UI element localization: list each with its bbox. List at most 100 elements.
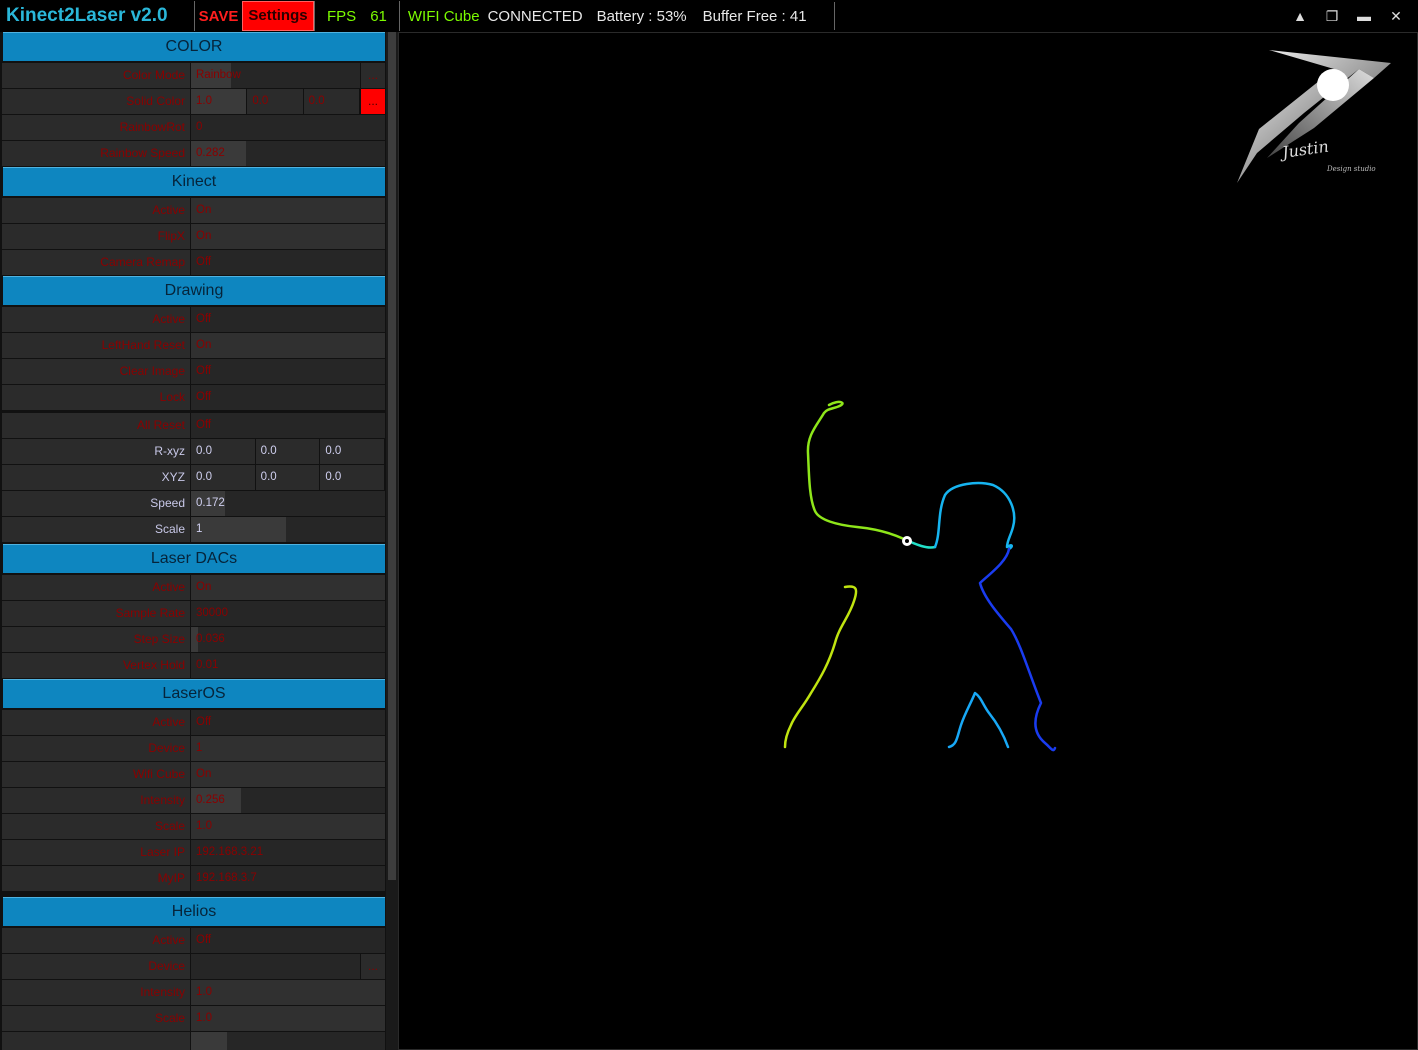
logo-circle bbox=[1317, 69, 1349, 101]
row-label: FlipX bbox=[157, 229, 185, 243]
sample-rate-field[interactable]: 30000 bbox=[190, 601, 385, 626]
drawing-active-toggle[interactable]: Off bbox=[190, 307, 385, 332]
row-label: R-xyz bbox=[154, 444, 185, 458]
solid-color-r[interactable]: 1.0 bbox=[191, 89, 248, 114]
lefthand-reset-toggle[interactable]: On bbox=[190, 333, 385, 358]
clear-image-toggle[interactable]: Off bbox=[190, 359, 385, 384]
row-label: Speed bbox=[150, 496, 185, 510]
helios-device-button[interactable]: ... bbox=[360, 954, 385, 979]
row-label: Scale bbox=[154, 819, 185, 833]
row-laseros-active: Active Off bbox=[2, 710, 385, 735]
laseros-active-toggle[interactable]: Off bbox=[190, 710, 385, 735]
my-ip-field[interactable]: 192.168.3.7 bbox=[190, 866, 385, 891]
row-label: Lock bbox=[159, 390, 185, 404]
section-header-color[interactable]: COLOR bbox=[3, 32, 385, 61]
solid-color-g[interactable]: 0.0 bbox=[247, 89, 304, 114]
xyz-z[interactable]: 0.0 bbox=[320, 465, 386, 490]
kinect-flipx-toggle[interactable]: On bbox=[190, 224, 385, 249]
section-header-laser-dacs[interactable]: Laser DACs bbox=[3, 544, 385, 573]
step-size-slider[interactable]: 0.036 bbox=[190, 627, 385, 652]
row-lock: Lock Off bbox=[2, 385, 385, 410]
color-mode-select[interactable]: Rainbow bbox=[190, 63, 360, 88]
laseros-intensity-slider[interactable]: 0.256 bbox=[190, 788, 385, 813]
solid-color-swatch-button[interactable]: ... bbox=[360, 89, 385, 114]
panel-scrollbar-thumb[interactable] bbox=[388, 32, 396, 880]
maximize-icon[interactable]: ▬ bbox=[1348, 6, 1380, 26]
laser-preview-viewport[interactable]: Justin Design studio bbox=[398, 32, 1418, 1050]
helios-intensity-field[interactable]: 1.0 bbox=[190, 980, 385, 1005]
title-separator bbox=[834, 2, 835, 30]
row-label: Active bbox=[152, 203, 185, 217]
title-separator bbox=[398, 1, 400, 31]
kinect-active-toggle[interactable]: On bbox=[190, 198, 385, 223]
rxyz-z[interactable]: 0.0 bbox=[320, 439, 386, 464]
row-kinect-flipx: FlipX On bbox=[2, 224, 385, 249]
xyz-y[interactable]: 0.0 bbox=[256, 465, 321, 490]
row-kinect-camera-remap: Camera Remap Off bbox=[2, 250, 385, 275]
section-header-laseros[interactable]: LaserOS bbox=[3, 679, 385, 708]
vertex-hold-field[interactable]: 0.01 bbox=[190, 653, 385, 678]
laser-stroke-leg-right bbox=[947, 691, 1010, 749]
row-label: Intensity bbox=[140, 793, 185, 807]
save-button[interactable]: SAVE bbox=[195, 8, 242, 25]
wifi-cube-toggle[interactable]: On bbox=[190, 762, 385, 787]
row-laseros-scale: Scale 1.0 bbox=[2, 814, 385, 839]
settings-button[interactable]: Settings bbox=[242, 1, 314, 31]
row-helios-active: Active Off bbox=[2, 928, 385, 953]
title-bar: Kinect2Laser v2.0 SAVE Settings FPS 61 W… bbox=[0, 0, 1418, 32]
row-label: Clear Image bbox=[119, 364, 185, 378]
drawing-speed-slider[interactable]: 0.172 bbox=[190, 491, 385, 516]
settings-panel: COLOR Color Mode Rainbow ... Solid Color… bbox=[0, 32, 386, 1050]
section-header-drawing[interactable]: Drawing bbox=[3, 276, 385, 305]
laseros-scale-field[interactable]: 1.0 bbox=[190, 814, 385, 839]
close-icon[interactable]: ✕ bbox=[1380, 6, 1412, 26]
row-label: Sample Rate bbox=[115, 606, 185, 620]
helios-partial-field[interactable] bbox=[190, 1032, 385, 1050]
row-label: Step Size bbox=[133, 632, 185, 646]
restore-icon[interactable]: ❐ bbox=[1316, 6, 1348, 26]
color-mode-button[interactable]: ... bbox=[360, 63, 385, 88]
laser-ip-field[interactable]: 192.168.3.21 bbox=[190, 840, 385, 865]
rainbow-rot-field[interactable]: 0 bbox=[190, 115, 385, 140]
row-laser-ip: Laser IP 192.168.3.21 bbox=[2, 840, 385, 865]
helios-device-select[interactable] bbox=[190, 954, 360, 979]
row-my-ip: MyIP 192.168.3.7 bbox=[2, 866, 385, 891]
laser-stroke-arm bbox=[806, 400, 906, 541]
kinect-camera-remap-toggle[interactable]: Off bbox=[190, 250, 385, 275]
row-label: XYZ bbox=[161, 470, 185, 484]
row-label: Laser IP bbox=[140, 845, 185, 859]
drawing-scale-slider[interactable]: 1 bbox=[190, 517, 385, 542]
panel-scrollbar[interactable] bbox=[386, 32, 398, 1050]
row-label: Intensity bbox=[140, 985, 185, 999]
fps-value: 61 bbox=[370, 7, 387, 25]
row-kinect-active: Active On bbox=[2, 198, 385, 223]
row-drawing-active: Active Off bbox=[2, 307, 385, 332]
laser-stroke-head bbox=[933, 481, 1016, 551]
helios-scale-field[interactable]: 1.0 bbox=[190, 1006, 385, 1031]
row-helios-partial bbox=[2, 1032, 385, 1050]
row-label: RainbowRot bbox=[119, 120, 185, 134]
lock-toggle[interactable]: Off bbox=[190, 385, 385, 410]
laser-drawing-canvas: Justin Design studio bbox=[783, 50, 1391, 752]
rxyz-fields: 0.0 0.0 0.0 bbox=[190, 439, 386, 464]
pin-icon[interactable]: ▲ bbox=[1284, 6, 1316, 26]
rainbow-speed-slider[interactable]: 0.282 bbox=[190, 141, 385, 166]
all-reset-toggle[interactable]: Off bbox=[190, 413, 385, 438]
row-label: Rainbow Speed bbox=[100, 146, 185, 160]
rxyz-x[interactable]: 0.0 bbox=[191, 439, 256, 464]
dacs-active-toggle[interactable]: On bbox=[190, 575, 385, 600]
rxyz-y[interactable]: 0.0 bbox=[256, 439, 321, 464]
window-controls: ▲ ❐ ▬ ✕ bbox=[1284, 6, 1412, 26]
xyz-x[interactable]: 0.0 bbox=[191, 465, 256, 490]
section-header-helios[interactable]: Helios bbox=[3, 897, 385, 926]
row-step-size: Step Size 0.036 bbox=[2, 627, 385, 652]
section-header-kinect[interactable]: Kinect bbox=[3, 167, 385, 196]
hand-cursor-dot bbox=[905, 539, 909, 543]
logo-subtext: Design studio bbox=[1326, 165, 1376, 173]
helios-active-toggle[interactable]: Off bbox=[190, 928, 385, 953]
solid-color-b[interactable]: 0.0 bbox=[304, 89, 360, 114]
app-title: Kinect2Laser v2.0 bbox=[6, 5, 168, 26]
laseros-device-field[interactable]: 1 bbox=[190, 736, 385, 761]
row-rxyz: R-xyz 0.0 0.0 0.0 bbox=[2, 439, 386, 464]
row-laseros-intensity: Intensity 0.256 bbox=[2, 788, 385, 813]
